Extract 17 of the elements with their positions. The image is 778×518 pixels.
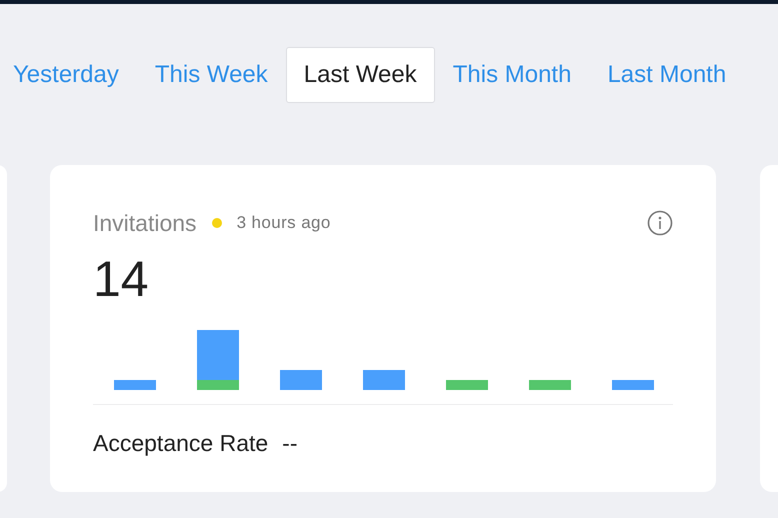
period-tab[interactable]: This Week xyxy=(136,47,286,103)
chart-bar xyxy=(114,380,156,390)
period-tab[interactable]: Yesterday xyxy=(0,47,137,103)
chart-bar xyxy=(612,380,654,390)
chart-bar xyxy=(529,380,571,390)
period-tab[interactable]: Last Week xyxy=(286,47,435,103)
chart-bar xyxy=(446,380,488,390)
period-tab[interactable]: Last Month xyxy=(589,47,744,103)
period-tab[interactable]: This Month xyxy=(434,47,590,103)
info-icon[interactable] xyxy=(647,210,673,236)
footer-label: Acceptance Rate xyxy=(93,430,268,457)
card-title: Invitations xyxy=(93,210,197,236)
metric-value: 14 xyxy=(93,251,150,307)
updated-time: 3 hours ago xyxy=(236,213,331,233)
footer-value: -- xyxy=(282,430,298,457)
chart-bar xyxy=(363,370,405,390)
chart-bar xyxy=(280,370,322,390)
